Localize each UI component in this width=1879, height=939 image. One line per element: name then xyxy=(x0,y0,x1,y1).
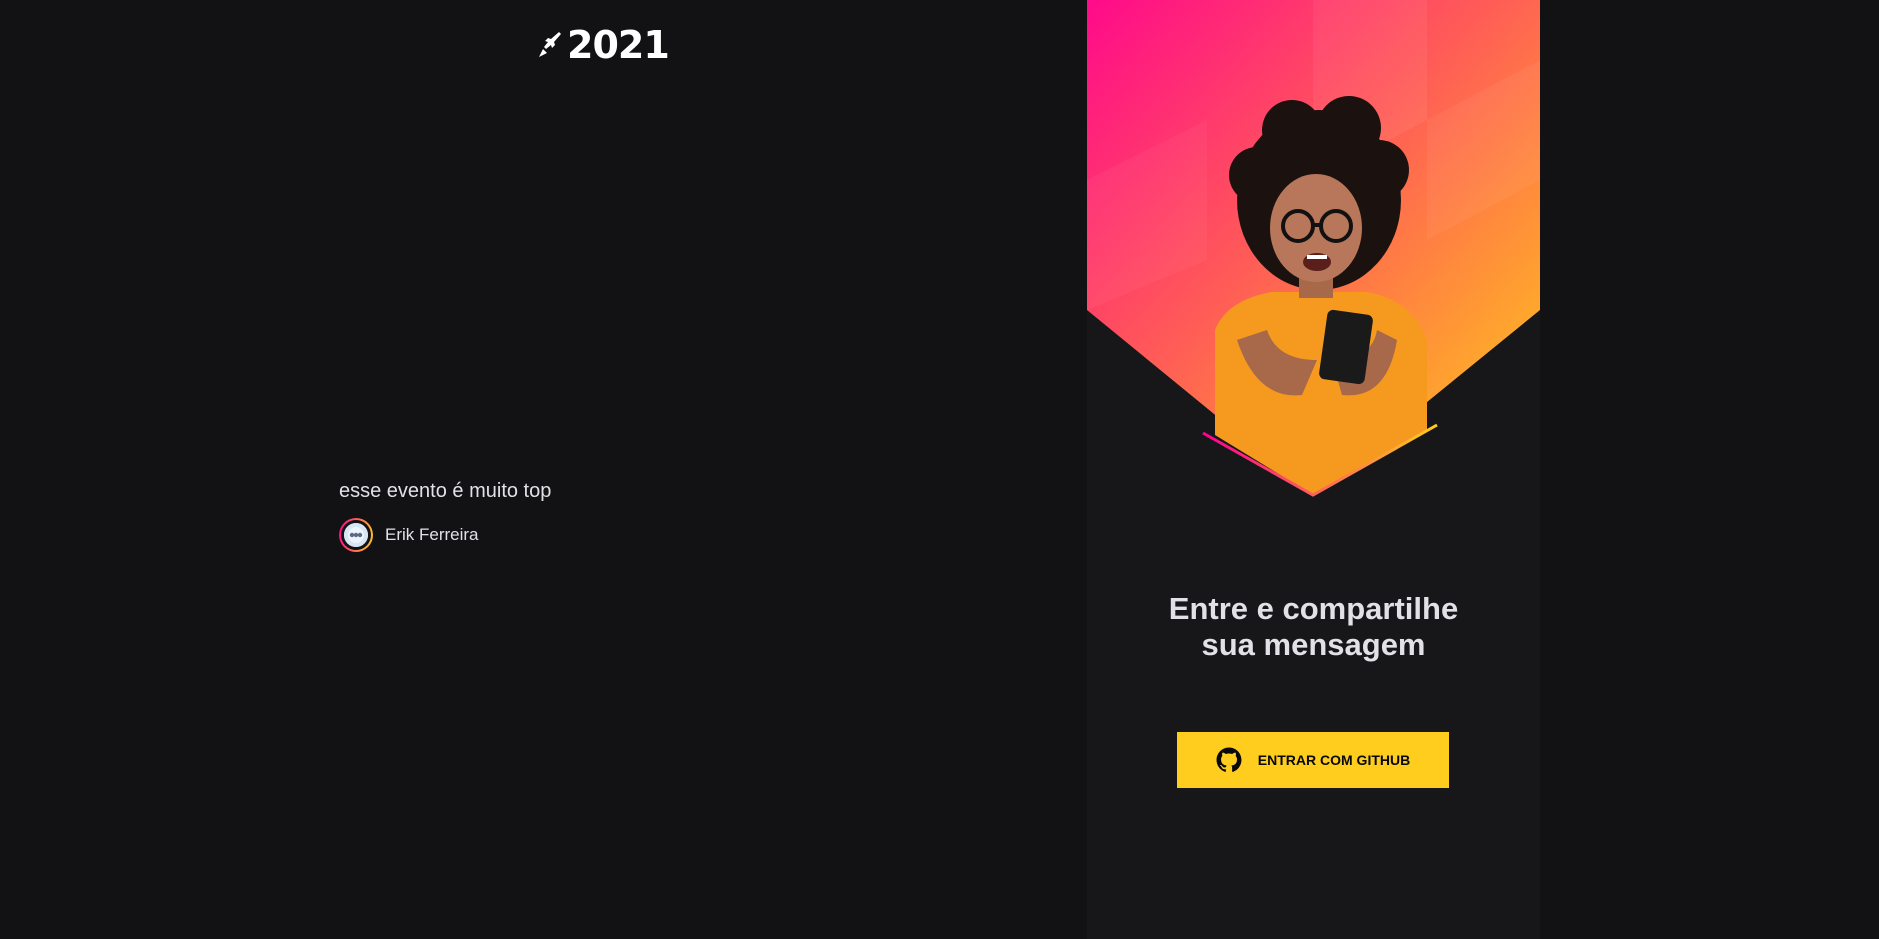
login-panel: Entre e compartilhe sua mensagem ENTRAR … xyxy=(1087,0,1540,939)
github-button-label: ENTRAR COM GITHUB xyxy=(1257,752,1411,768)
message-content: esse evento é muito top xyxy=(339,480,552,502)
github-login-button[interactable]: ENTRAR COM GITHUB xyxy=(1177,732,1449,788)
rocket-icon xyxy=(539,32,561,57)
avatar-ring xyxy=(339,518,373,552)
user-name: Erik Ferreira xyxy=(385,525,479,544)
logo: 2021 xyxy=(537,23,670,67)
message-wall: 2021 esse evento é muito top Erik Ferrei… xyxy=(0,0,1087,939)
logo-text: 2021 xyxy=(567,23,670,67)
github-icon xyxy=(1216,747,1242,772)
avatar xyxy=(344,523,368,547)
page: 2021 esse evento é muito top Erik Ferrei… xyxy=(0,0,1879,939)
message-card: esse evento é muito top Erik Ferreira xyxy=(339,478,899,552)
message-user: Erik Ferreira xyxy=(339,518,899,552)
banner-image xyxy=(1087,0,1540,497)
login-title: Entre e compartilhe sua mensagem xyxy=(1168,591,1459,662)
right-gutter xyxy=(1540,0,1879,939)
